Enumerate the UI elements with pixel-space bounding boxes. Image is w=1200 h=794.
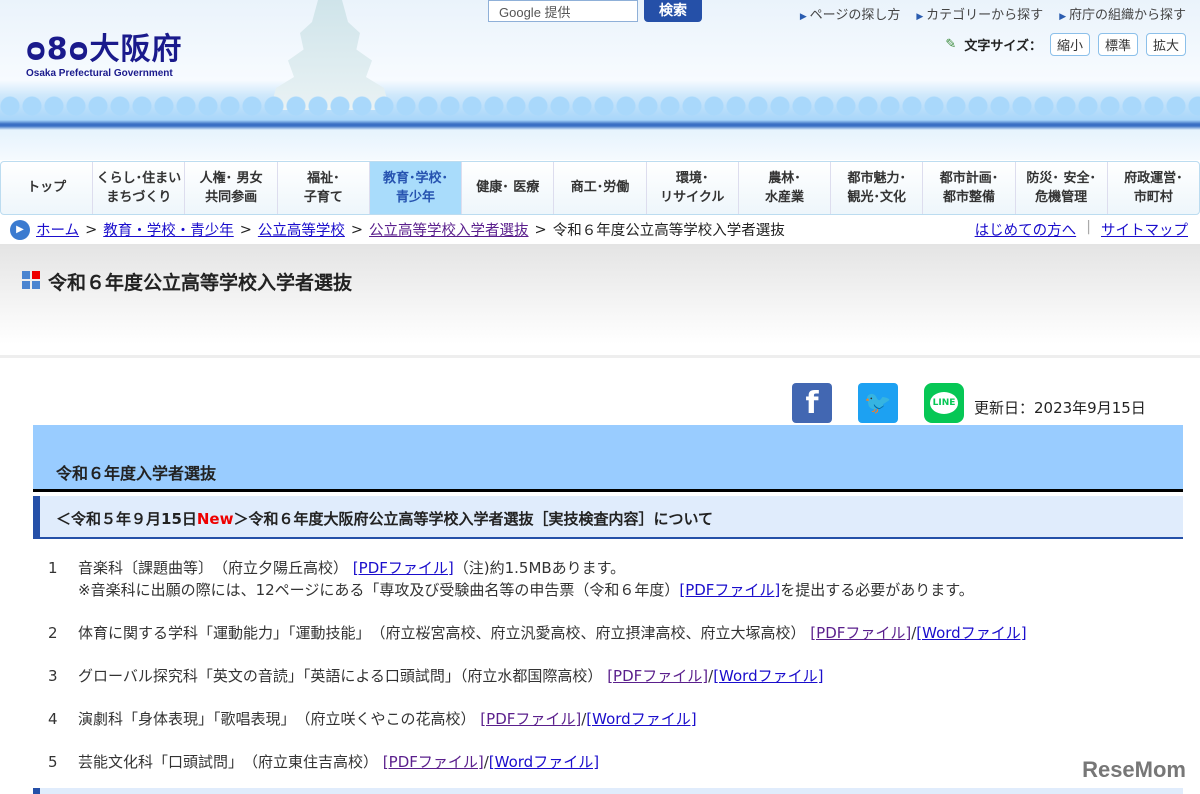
nav-living[interactable]: くらし･住まい まちづくり [93, 162, 186, 214]
pdf-link[interactable]: [PDFファイル] [810, 624, 911, 642]
pdf-link[interactable]: [PDFファイル] [383, 753, 484, 771]
pdf-link[interactable]: [PDFファイル] [679, 581, 780, 599]
nav-commerce[interactable]: 商工･労働 [554, 162, 647, 214]
nav-health[interactable]: 健康･ 医療 [462, 162, 555, 214]
next-section-heading [33, 788, 1183, 794]
top-link-organization[interactable]: 府庁の組織から探す [1059, 4, 1186, 23]
twitter-share-icon[interactable]: 🐦 [858, 383, 898, 423]
search-input[interactable]: Google 提供 [488, 0, 638, 22]
subsection-heading: ＜令和５年９月15日New＞令和６年度大阪府公立高等学校入学者選抜［実技検査内容… [33, 496, 1183, 539]
pdf-link[interactable]: [PDFファイル] [353, 559, 454, 577]
nav-disaster[interactable]: 防災･ 安全･ 危機管理 [1016, 162, 1108, 214]
global-nav: トップ くらし･住まい まちづくり 人権･ 男女 共同参画 福祉･ 子育て 教育… [0, 161, 1200, 215]
search-button[interactable]: 検索 [644, 0, 702, 22]
breadcrumb-education[interactable]: 教育・学校・青少年 [103, 219, 234, 240]
nav-human-rights[interactable]: 人権･ 男女 共同参画 [185, 162, 278, 214]
title-band: 令和６年度公立高等学校入学者選抜 [0, 244, 1200, 358]
top-link-category[interactable]: カテゴリーから探す [916, 4, 1043, 23]
line-share-icon[interactable]: LINE [924, 383, 964, 423]
nav-urban-planning[interactable]: 都市計画･ 都市整備 [923, 162, 1016, 214]
top-link-how-to-find[interactable]: ページの探し方 [800, 4, 901, 23]
word-link[interactable]: [Wordファイル] [586, 710, 696, 728]
skyline-illustration [0, 92, 1200, 122]
nav-administration[interactable]: 府政運営･ 市町村 [1108, 162, 1199, 214]
breadcrumb-public-high-school[interactable]: 公立高等学校 [258, 219, 345, 240]
font-size-label: 文字サイズ： [964, 39, 1042, 54]
resemom-watermark: ReseMom [1082, 757, 1186, 782]
facebook-share-icon[interactable]: f [792, 383, 832, 423]
list-item: 2 体育に関する学科「運動能力」「運動技能」 （府立桜宮高校、府立汎愛高校、府立摂… [48, 624, 1027, 642]
font-smaller-button[interactable]: 縮小 [1049, 33, 1090, 56]
list-item: 1 音楽科〔課題曲等〕 （府立夕陽丘高校） [PDFファイル]（注)約1.5MB… [48, 559, 974, 599]
new-badge: New [196, 510, 234, 528]
list-item: 3 グローバル探究科「英文の音読」「英語による口頭試問」（府立水都国際高校） [P… [48, 667, 824, 685]
font-larger-button[interactable]: 拡大 [1145, 33, 1186, 56]
breadcrumb-home[interactable]: ホーム [36, 219, 79, 240]
title-squares-icon [22, 271, 40, 289]
pdf-link[interactable]: [PDFファイル] [480, 710, 581, 728]
exam-list: 1 音楽科〔課題曲等〕 （府立夕陽丘高校） [PDFファイル]（注)約1.5MB… [48, 557, 1027, 794]
nav-environment[interactable]: 環境･ リサイクル [647, 162, 739, 214]
breadcrumb: ▶ ホーム > 教育・学校・青少年 > 公立高等学校 > 公立高等学校入学者選抜 > 令… [10, 219, 785, 240]
sitemap-link[interactable]: サイトマップ [1101, 219, 1188, 240]
breadcrumb-current: 令和６年度公立高等学校入学者選抜 [552, 223, 785, 239]
breadcrumb-admission[interactable]: 公立高等学校入学者選抜 [369, 219, 529, 240]
nav-welfare[interactable]: 福祉･ 子育て [278, 162, 370, 214]
updated-date: 更新日：2023年9月15日 [974, 398, 1146, 417]
first-time-link[interactable]: はじめての方へ [975, 219, 1077, 240]
play-icon: ▶ [10, 219, 30, 240]
osaka-logo[interactable]: ᴑ8ᴑ大阪府 Osaka Prefectural Government [26, 24, 182, 79]
word-link[interactable]: [Wordファイル] [916, 624, 1026, 642]
nav-education[interactable]: 教育･学校･ 青少年 [369, 162, 463, 214]
font-standard-button[interactable]: 標準 [1097, 33, 1138, 56]
word-link[interactable]: [Wordファイル] [713, 667, 823, 685]
nav-top[interactable]: トップ [1, 162, 94, 214]
page-title: 令和６年度公立高等学校入学者選抜 [48, 272, 353, 294]
list-item: 5 芸能文化科「口頭試問」 （府立東住吉高校） [PDFファイル]/[Wordファ… [48, 753, 600, 771]
site-header: ᴑ8ᴑ大阪府 Osaka Prefectural Government Goog… [0, 0, 1200, 160]
word-link[interactable]: [Wordファイル] [489, 753, 599, 771]
nav-agriculture[interactable]: 農林･ 水産業 [739, 162, 832, 214]
nav-tourism[interactable]: 都市魅力･ 観光･文化 [831, 162, 924, 214]
pencil-icon: ✎ [945, 37, 957, 52]
section-heading: 令和６年度入学者選抜 [33, 425, 1183, 492]
pdf-link[interactable]: [PDFファイル] [607, 667, 708, 685]
list-item: 4 演劇科「身体表現」「歌唱表現」 （府立咲くやこの花高校） [PDFファイル]/… [48, 710, 697, 728]
logo-emblem-icon: ᴑ8ᴑ [26, 32, 90, 67]
